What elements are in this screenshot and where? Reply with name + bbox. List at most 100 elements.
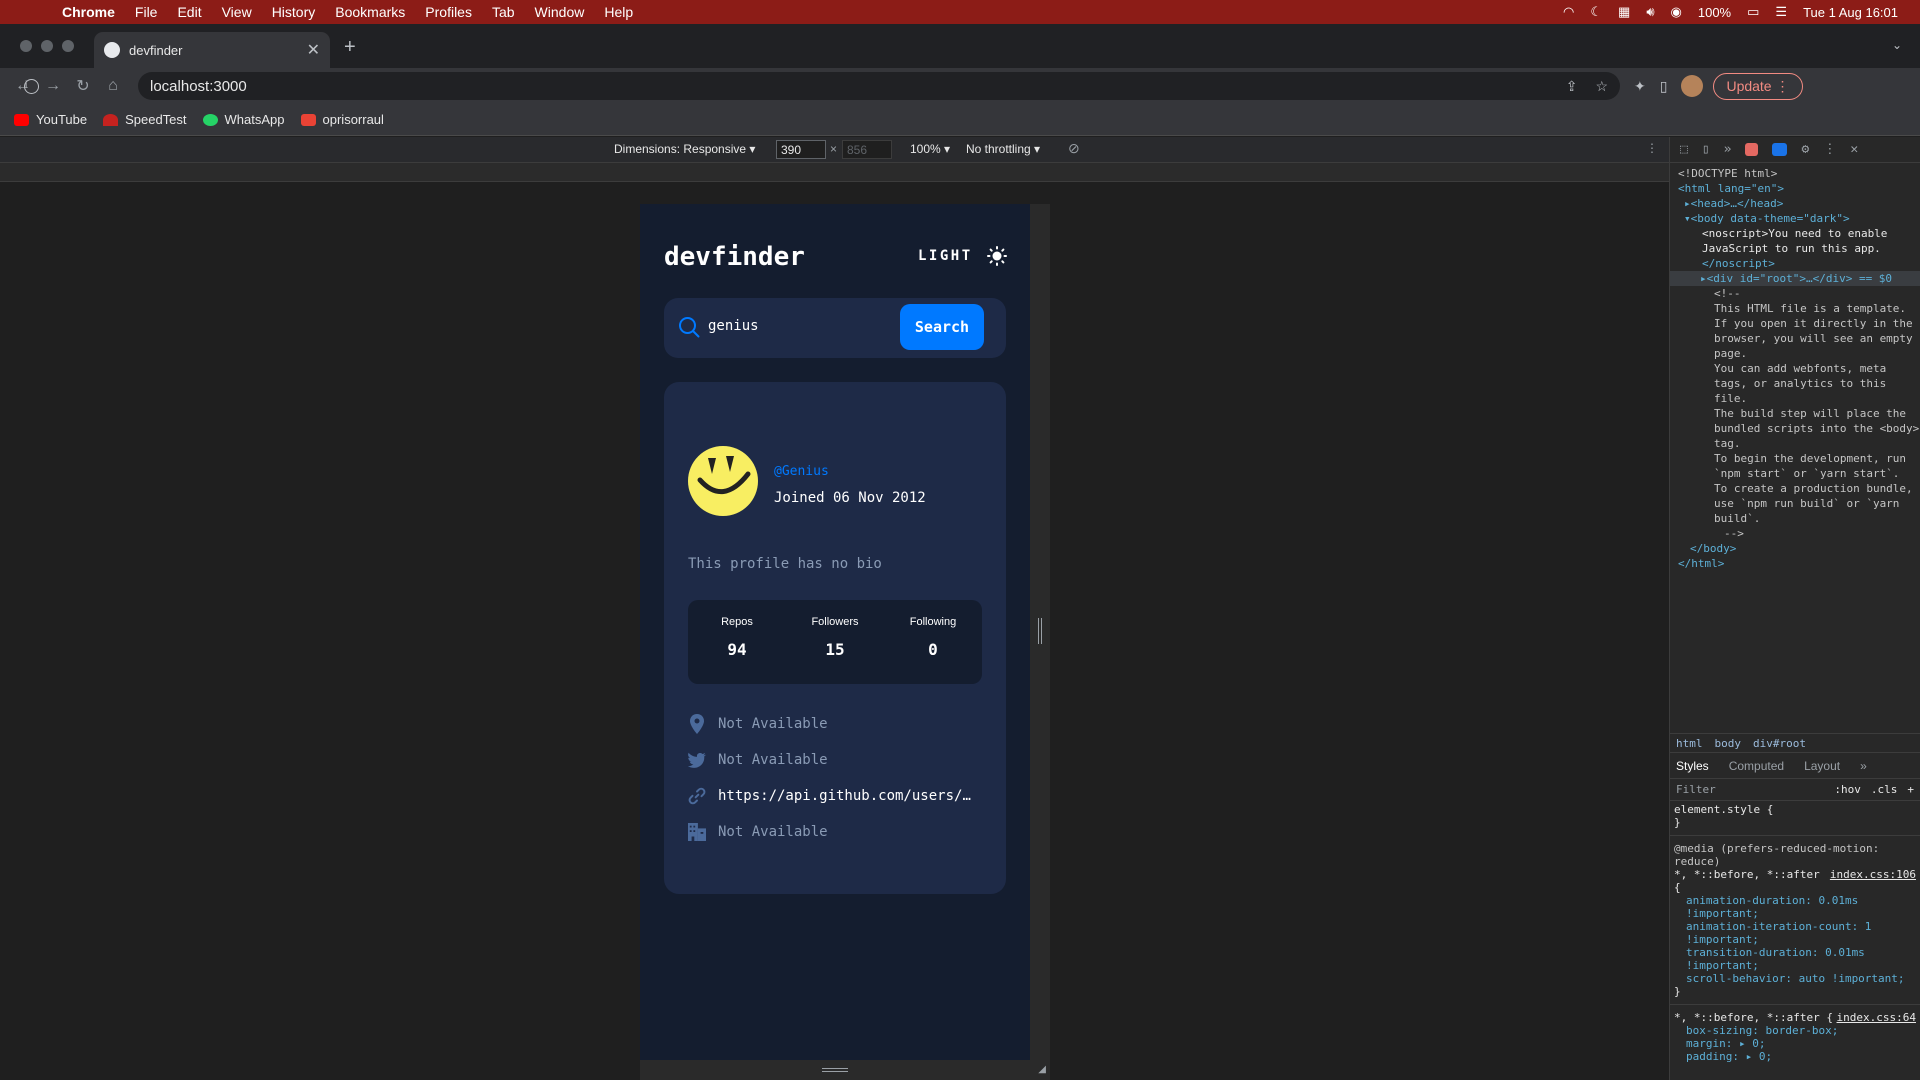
code-line[interactable]: ▸<head>…</head> xyxy=(1678,196,1920,211)
code-line[interactable]: <!DOCTYPE html> xyxy=(1678,166,1920,181)
menu-tab[interactable]: Tab xyxy=(482,4,525,20)
forward-icon[interactable]: → xyxy=(38,77,68,95)
extensions-icon[interactable]: ✦ xyxy=(1634,78,1646,95)
code-line[interactable]: <noscript>You need to enable JavaScript … xyxy=(1678,226,1920,256)
battery-icon[interactable]: ▭ xyxy=(1747,4,1759,20)
viewport-width-resizer[interactable] xyxy=(1030,204,1050,1060)
height-input[interactable]: 856 xyxy=(842,140,892,159)
menu-window[interactable]: Window xyxy=(525,4,595,20)
code-line-selected[interactable]: ▸<div id="root">…</div> == $0 xyxy=(1670,271,1920,286)
bookmark-youtube[interactable]: YouTube xyxy=(14,112,87,127)
breadcrumb-html[interactable]: html xyxy=(1676,737,1703,750)
code-line[interactable]: The build step will place the bundled sc… xyxy=(1678,406,1920,451)
menu-view[interactable]: View xyxy=(212,4,262,20)
code-line[interactable]: </noscript> xyxy=(1678,256,1920,271)
tab-devfinder[interactable]: devfinder ✕ xyxy=(94,32,330,68)
search-button[interactable]: Search xyxy=(900,304,984,350)
minimize-window-button[interactable] xyxy=(41,40,53,52)
source-link[interactable]: index.css:64 xyxy=(1837,1011,1916,1024)
rotate-icon[interactable]: ⊘ xyxy=(1068,140,1080,157)
more-tabs-icon[interactable]: » xyxy=(1724,142,1732,157)
css-declaration[interactable]: box-sizing: border-box; xyxy=(1674,1024,1916,1037)
css-declaration[interactable]: margin: ▸ 0; xyxy=(1674,1037,1916,1050)
code-line[interactable]: This HTML file is a template. xyxy=(1678,301,1920,316)
volume-icon[interactable]: 🔊︎ xyxy=(1646,4,1654,20)
reload-icon[interactable]: ↻ xyxy=(68,76,98,96)
css-declaration[interactable]: scroll-behavior: auto !important; xyxy=(1674,972,1916,985)
styles-filter[interactable]: Filter :hov .cls + xyxy=(1670,779,1920,801)
airdrop-icon[interactable]: ◠ xyxy=(1563,4,1574,20)
website-link[interactable]: https://api.github.com/users/Genius xyxy=(718,788,973,804)
theme-toggle[interactable]: LIGHT xyxy=(918,246,1007,266)
code-line[interactable]: To create a production bundle, use `npm … xyxy=(1678,481,1920,526)
new-tab-icon[interactable]: + xyxy=(344,36,356,59)
code-line[interactable]: <html lang="en"> xyxy=(1678,181,1920,196)
calendar-icon[interactable]: ▦ xyxy=(1618,4,1630,20)
source-link[interactable]: index.css:106 xyxy=(1830,868,1916,881)
rule-selector[interactable]: index.css:64 *, *::before, *::after { xyxy=(1674,1011,1916,1024)
kebab-menu-icon[interactable]: ⋮ xyxy=(1823,142,1836,157)
bookmark-gmail[interactable]: oprisorraul xyxy=(300,112,384,127)
code-line[interactable]: If you open it directly in the browser, … xyxy=(1678,316,1920,361)
side-panel-icon[interactable]: ▯ xyxy=(1660,78,1668,95)
zoom-window-button[interactable] xyxy=(62,40,74,52)
search-input[interactable] xyxy=(708,318,878,334)
code-line[interactable]: To begin the development, run `npm start… xyxy=(1678,451,1920,481)
device-toggle-icon[interactable]: ▯ xyxy=(1702,142,1710,157)
menu-profiles[interactable]: Profiles xyxy=(415,4,482,20)
media-query-ruler[interactable] xyxy=(0,163,1669,182)
breadcrumb-body[interactable]: body xyxy=(1715,737,1742,750)
close-devtools-icon[interactable]: ✕ xyxy=(1850,142,1858,157)
bookmark-whatsapp[interactable]: WhatsApp xyxy=(202,112,285,127)
clock[interactable]: Tue 1 Aug 16:01 xyxy=(1803,5,1898,20)
zoom-dropdown[interactable]: 100% ▾ xyxy=(910,142,950,156)
menu-help[interactable]: Help xyxy=(594,4,643,20)
new-rule-icon[interactable]: + xyxy=(1907,783,1914,796)
code-line[interactable]: </body> xyxy=(1678,541,1920,556)
bookmark-star-icon[interactable]: ☆ xyxy=(1595,78,1608,95)
tab-computed[interactable]: Computed xyxy=(1729,759,1784,773)
errors-badge-icon[interactable] xyxy=(1745,143,1759,156)
menu-chrome[interactable]: Chrome xyxy=(52,4,125,20)
inspect-element-icon[interactable]: ⬚ xyxy=(1680,142,1688,157)
css-declaration[interactable]: animation-iteration-count: 1 !important; xyxy=(1674,920,1916,946)
dimensions-dropdown[interactable]: Dimensions: Responsive ▾ xyxy=(614,142,755,156)
profile-avatar[interactable] xyxy=(1681,75,1704,97)
settings-gear-icon[interactable]: ⚙ xyxy=(1801,142,1809,157)
menu-bookmarks[interactable]: Bookmarks xyxy=(325,4,415,20)
menu-edit[interactable]: Edit xyxy=(167,4,211,20)
site-info-icon[interactable]: i xyxy=(24,78,39,94)
tab-layout[interactable]: Layout xyxy=(1804,759,1840,773)
profile-handle[interactable]: @Genius xyxy=(774,464,829,479)
viewport-height-resizer[interactable]: ◢ xyxy=(640,1060,1050,1080)
code-line[interactable]: --> xyxy=(1678,526,1920,541)
css-declaration[interactable]: animation-duration: 0.01ms !important; xyxy=(1674,894,1916,920)
code-line[interactable]: You can add webfonts, meta tags, or anal… xyxy=(1678,361,1920,406)
width-input[interactable]: 390 xyxy=(776,140,826,159)
update-button[interactable]: Update ⋮ xyxy=(1713,72,1803,100)
control-center-icon[interactable]: ☰ xyxy=(1775,4,1787,20)
breadcrumb-root[interactable]: div#root xyxy=(1753,737,1806,750)
home-icon[interactable]: ⌂ xyxy=(98,77,128,95)
elements-tree[interactable]: <!DOCTYPE html> <html lang="en"> ▸<head>… xyxy=(1670,163,1920,571)
address-bar[interactable]: i localhost:3000 ⇪ ☆ xyxy=(24,72,1620,100)
code-line[interactable]: </html> xyxy=(1678,556,1920,571)
bookmark-speedtest[interactable]: SpeedTest xyxy=(103,112,187,127)
throttling-dropdown[interactable]: No throttling ▾ xyxy=(966,142,1040,156)
code-line[interactable]: <!-- xyxy=(1678,286,1920,301)
hov-toggle[interactable]: :hov xyxy=(1834,783,1861,796)
rule-selector[interactable]: index.css:106 *, *::before, *::after { xyxy=(1674,868,1916,894)
close-window-button[interactable] xyxy=(20,40,32,52)
issues-badge-icon[interactable] xyxy=(1772,143,1788,156)
css-declaration[interactable]: transition-duration: 0.01ms !important; xyxy=(1674,946,1916,972)
element-style-rule[interactable]: element.style { xyxy=(1674,803,1916,816)
menu-history[interactable]: History xyxy=(262,4,326,20)
moon-icon[interactable]: ☾ xyxy=(1590,4,1602,20)
resize-corner-icon[interactable]: ◢ xyxy=(1038,1064,1046,1075)
css-declaration[interactable]: padding: ▸ 0; xyxy=(1674,1050,1916,1063)
share-icon[interactable]: ⇪ xyxy=(1566,78,1578,95)
wifi-icon[interactable]: ◉ xyxy=(1671,4,1682,20)
tab-search-icon[interactable]: ⌄ xyxy=(1892,38,1902,52)
code-line[interactable]: ▾<body data-theme="dark"> xyxy=(1678,211,1920,226)
close-tab-icon[interactable]: ✕ xyxy=(307,40,320,60)
